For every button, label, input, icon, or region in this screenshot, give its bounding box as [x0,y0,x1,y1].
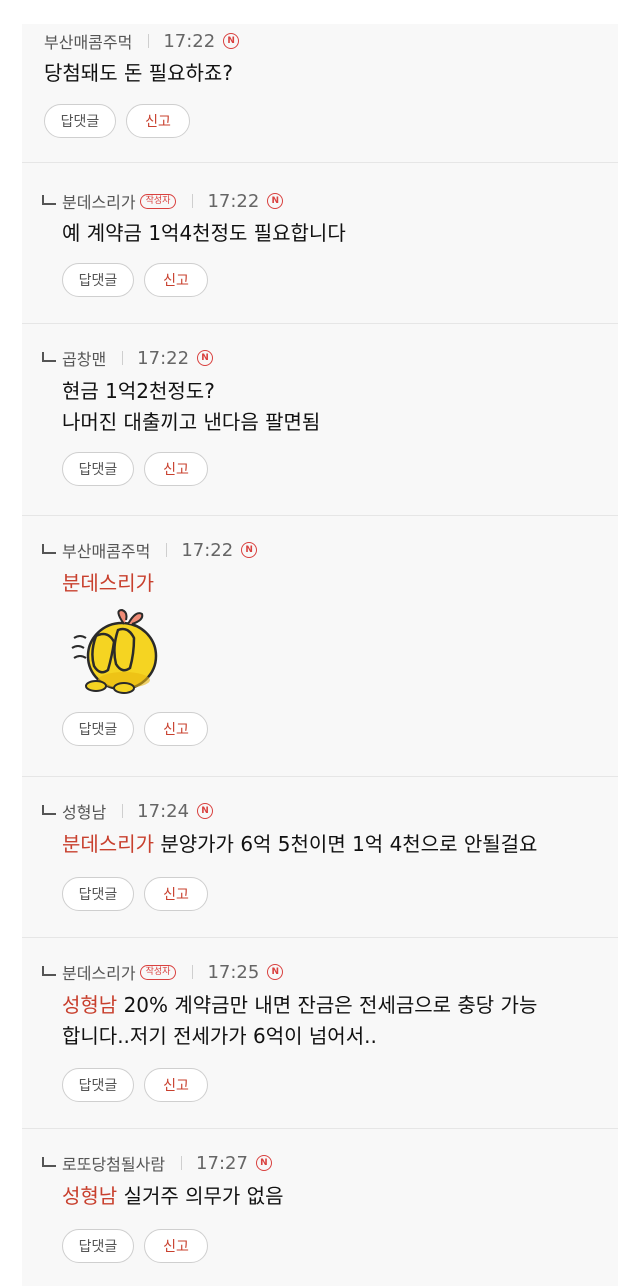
comment-item: 분데스리가 작성자 17:22 N 예 계약금 1억4천정도 필요합니다 답댓글… [22,163,618,324]
comment-meta: 로또당첨될사람 17:27 N [62,1151,272,1175]
mention-link[interactable]: 성형남 [62,1184,117,1208]
comment-actions: 답댓글 신고 [62,1068,208,1102]
comment-actions: 답댓글 신고 [62,452,208,486]
report-button[interactable]: 신고 [126,104,190,138]
mention-link[interactable]: 분데스리가 [62,832,154,856]
comment-text-content: 예 계약금 1억4천정도 필요합니다 [62,221,346,245]
divider [192,194,194,208]
reply-arrow-icon [42,352,56,362]
comment-text-line: 나머진 대출끼고 낸다음 팔면됨 [62,410,321,434]
comment-actions: 답댓글 신고 [44,104,190,138]
comment-meta: 분데스리가 작성자 17:22 N [62,189,284,213]
comment-item: 부산매콤주먹 17:22 N 당첨돼도 돈 필요하죠? 답댓글 신고 [22,24,618,163]
report-button[interactable]: 신고 [144,877,208,911]
comment-item: 로또당첨될사람 17:27 N 성형남 실거주 의무가 없음 답댓글 신고 [22,1129,618,1286]
new-badge-icon: N [267,964,284,980]
reply-button[interactable]: 답댓글 [62,1229,134,1263]
divider [122,804,124,818]
timestamp: 17:25 [207,961,260,983]
reply-arrow-icon [42,1157,56,1167]
author-name[interactable]: 곱창맨 [62,346,106,370]
timestamp: 17:22 [207,190,260,212]
reply-button[interactable]: 답댓글 [62,452,134,486]
new-badge-icon: N [255,1155,272,1171]
divider [181,1156,183,1170]
comment-text: 현금 1억2천정도? 나머진 대출끼고 낸다음 팔면됨 [62,376,320,438]
new-badge-icon: N [267,193,284,209]
comment-meta: 부산매콤주먹 17:22 N [44,29,240,53]
comment-text: 당첨돼도 돈 필요하죠? [44,58,233,89]
comment-item: 곱창맨 17:22 N 현금 1억2천정도? 나머진 대출끼고 낸다음 팔면됨 … [22,324,618,516]
divider [122,351,124,365]
divider [166,543,168,557]
timestamp: 17:27 [196,1152,248,1174]
comment-actions: 답댓글 신고 [62,1229,208,1263]
timestamp: 17:24 [137,800,190,822]
timestamp: 17:22 [137,347,190,369]
report-button[interactable]: 신고 [144,1229,208,1263]
reply-button[interactable]: 답댓글 [62,263,134,297]
comment-text: 성형남 실거주 의무가 없음 [62,1181,283,1212]
reply-arrow-icon [42,544,56,554]
divider [148,34,150,48]
comment-text: 성형남 20% 계약금만 내면 잔금은 전세금으로 충당 가능 합니다..저기 … [62,990,537,1052]
comment-actions: 답댓글 신고 [62,263,208,297]
reply-arrow-icon [42,805,56,815]
comment-text-content: 20% 계약금만 내면 잔금은 전세금으로 충당 가능 [123,993,538,1017]
reply-arrow-icon [42,195,56,205]
new-badge-icon: N [223,33,240,49]
comment-actions: 답댓글 신고 [62,712,208,746]
reply-button[interactable]: 답댓글 [62,712,134,746]
divider [192,965,194,979]
new-badge-icon: N [241,542,258,558]
comment-meta: 분데스리가 작성자 17:25 N [62,960,284,984]
comment-list: 부산매콤주먹 17:22 N 당첨돼도 돈 필요하죠? 답댓글 신고 분데스리가… [22,24,618,1286]
reply-button[interactable]: 답댓글 [62,1068,134,1102]
author-name[interactable]: 분데스리가 [62,189,136,213]
comment-meta: 성형남 17:24 N [62,799,214,823]
new-badge-icon: N [197,350,214,366]
comment-text-content: 실거주 의무가 없음 [123,1184,284,1208]
comment-item: 부산매콤주먹 17:22 N 분데스리가 답댓글 신고 [22,516,618,777]
comment-meta: 곱창맨 17:22 N [62,346,214,370]
reply-button[interactable]: 답댓글 [62,877,134,911]
comment-meta: 부산매콤주먹 17:22 N [62,538,258,562]
comment-item: 분데스리가 작성자 17:25 N 성형남 20% 계약금만 내면 잔금은 전세… [22,938,618,1129]
mention-link[interactable]: 분데스리가 [62,571,154,595]
new-badge-icon: N [197,803,214,819]
duck-covering-face-emoticon [71,608,158,694]
report-button[interactable]: 신고 [144,263,208,297]
comment-actions: 답댓글 신고 [62,877,208,911]
comment-text: 예 계약금 1억4천정도 필요합니다 [62,218,346,249]
author-name[interactable]: 로또당첨될사람 [62,1151,165,1175]
comment-text-line: 현금 1억2천정도? [62,379,215,403]
timestamp: 17:22 [181,539,234,561]
timestamp: 17:22 [163,30,216,52]
comment-text-line: 성형남 20% 계약금만 내면 잔금은 전세금으로 충당 가능 [62,990,537,1021]
report-button[interactable]: 신고 [144,452,208,486]
comment-text: 분데스리가 분양가가 6억 5천이면 1억 4천으로 안될걸요 [62,829,537,860]
comment-text-content: 당첨돼도 돈 필요하죠? [44,61,233,85]
writer-badge: 작성자 [139,193,177,209]
comment-text: 분데스리가 [62,568,154,599]
author-name[interactable]: 부산매콤주먹 [44,29,132,53]
comment-text-content: 분양가가 6억 5천이면 1억 4천으로 안될걸요 [160,832,538,856]
report-button[interactable]: 신고 [144,1068,208,1102]
report-button[interactable]: 신고 [144,712,208,746]
comment-text-line: 합니다..저기 전세가가 6억이 넘어서.. [62,1024,377,1048]
reply-arrow-icon [42,966,56,976]
comment-item: 성형남 17:24 N 분데스리가 분양가가 6억 5천이면 1억 4천으로 안… [22,777,618,938]
author-name[interactable]: 성형남 [62,799,106,823]
author-name[interactable]: 분데스리가 [62,960,136,984]
author-name[interactable]: 부산매콤주먹 [62,538,150,562]
writer-badge: 작성자 [139,964,177,980]
mention-link[interactable]: 성형남 [62,993,117,1017]
reply-button[interactable]: 답댓글 [44,104,116,138]
